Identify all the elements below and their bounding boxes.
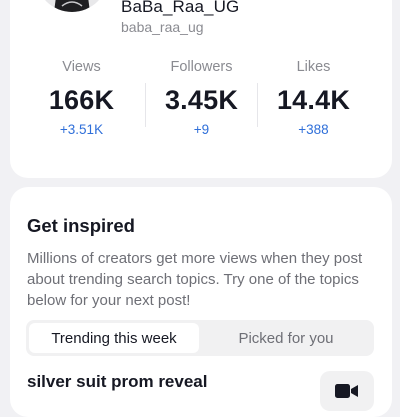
stat-label: Followers: [170, 59, 233, 75]
stat-likes[interactable]: Likes 14.4K +388: [250, 59, 377, 137]
topic-tabs: Trending this week Picked for you: [26, 320, 374, 356]
profile-photo-icon: [36, 0, 108, 12]
stat-followers[interactable]: Followers 3.45K +9: [138, 59, 265, 137]
stat-delta: +3.51K: [59, 122, 104, 137]
tab-picked-for-you[interactable]: Picked for you: [201, 323, 371, 353]
video-camera-icon: [335, 384, 358, 398]
stat-delta: +388: [298, 122, 329, 137]
stat-value: 3.45K: [164, 85, 239, 115]
stat-label: Views: [62, 59, 101, 75]
section-title: Get inspired: [27, 215, 135, 236]
tab-trending-this-week[interactable]: Trending this week: [29, 323, 199, 353]
stat-value: 166K: [48, 85, 115, 115]
topic-title[interactable]: silver suit prom reveal: [27, 372, 207, 392]
display-name: BaBa_Raa_UG: [121, 0, 240, 16]
stat-delta: +9: [193, 122, 210, 137]
section-description: Millions of creators get more views when…: [27, 250, 363, 309]
stat-views[interactable]: Views 166K +3.51K: [18, 59, 145, 137]
handle: baba_raa_ug: [121, 19, 204, 35]
avatar[interactable]: [36, 0, 108, 12]
create-video-button[interactable]: [320, 371, 374, 411]
get-inspired-card: Get inspired Millions of creators get mo…: [10, 187, 392, 417]
stat-value: 14.4K: [276, 85, 351, 115]
profile-stats-card: BaBa_Raa_UG baba_raa_ug Views 166K +3.51…: [10, 0, 392, 178]
stat-label: Likes: [296, 59, 331, 75]
